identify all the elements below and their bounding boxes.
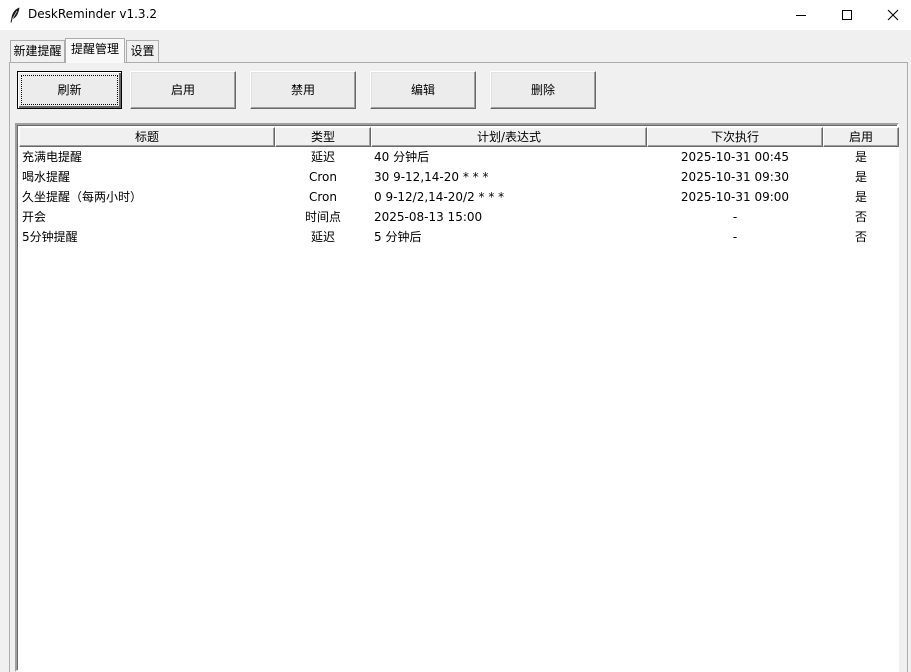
- cell-title: 久坐提醒（每两小时）: [22, 190, 143, 204]
- disable-button[interactable]: 禁用: [250, 71, 356, 109]
- table-row[interactable]: 5分钟提醒 延迟 5 分钟后 - 否: [19, 227, 899, 247]
- maximize-icon: [842, 10, 852, 20]
- table-row[interactable]: 开会 时间点 2025-08-13 15:00 - 否: [19, 207, 899, 227]
- cell-title: 充满电提醒: [22, 150, 83, 164]
- close-button[interactable]: [870, 0, 911, 30]
- minimize-icon: [796, 15, 806, 16]
- cell-title: 开会: [22, 210, 47, 224]
- feather-icon: [9, 7, 21, 23]
- cell-type: 延迟: [310, 150, 335, 164]
- cell-next-run: -: [732, 230, 738, 244]
- cell-next-run: 2025-10-31 09:30: [680, 170, 790, 184]
- reminder-table[interactable]: 标题 类型 计划/表达式 下次执行 启用 充满电提醒 延迟 40 分钟后 202…: [15, 123, 899, 672]
- enable-button[interactable]: 启用: [130, 71, 236, 109]
- close-icon: [887, 9, 899, 21]
- tab-settings[interactable]: 设置: [126, 40, 159, 62]
- tab-new-reminder[interactable]: 新建提醒: [10, 40, 65, 62]
- title-bar: DeskReminder v1.3.2: [0, 0, 911, 30]
- window-title: DeskReminder v1.3.2: [28, 7, 158, 21]
- cell-next-run: -: [732, 210, 738, 224]
- maximize-button[interactable]: [824, 0, 870, 30]
- cell-enabled: 是: [854, 190, 867, 204]
- tab-manage-reminders[interactable]: 提醒管理: [65, 38, 125, 63]
- cell-schedule: 0 9-12/2,14-20/2 * * *: [374, 190, 505, 204]
- cell-type: 时间点: [304, 210, 341, 224]
- cell-schedule: 40 分钟后: [374, 150, 430, 164]
- cell-schedule: 5 分钟后: [374, 230, 422, 244]
- column-header-enabled[interactable]: 启用: [823, 127, 899, 147]
- cell-title: 喝水提醒: [22, 170, 71, 184]
- minimize-button[interactable]: [778, 0, 824, 30]
- cell-enabled: 否: [854, 210, 867, 224]
- table-row[interactable]: 久坐提醒（每两小时） Cron 0 9-12/2,14-20/2 * * * 2…: [19, 187, 899, 207]
- cell-type: Cron: [309, 170, 337, 184]
- table-row[interactable]: 充满电提醒 延迟 40 分钟后 2025-10-31 00:45 是: [19, 147, 899, 167]
- cell-next-run: 2025-10-31 00:45: [680, 150, 790, 164]
- delete-button[interactable]: 删除: [490, 71, 596, 109]
- cell-enabled: 是: [854, 150, 867, 164]
- cell-schedule: 2025-08-13 15:00: [374, 210, 483, 224]
- table-header: 标题 类型 计划/表达式 下次执行 启用: [19, 127, 899, 147]
- table-row[interactable]: 喝水提醒 Cron 30 9-12,14-20 * * * 2025-10-31…: [19, 167, 899, 187]
- column-header-title[interactable]: 标题: [19, 127, 275, 147]
- column-header-schedule[interactable]: 计划/表达式: [371, 127, 647, 147]
- refresh-button[interactable]: 刷新: [17, 71, 122, 109]
- column-header-type[interactable]: 类型: [275, 127, 371, 147]
- column-header-next-run[interactable]: 下次执行: [647, 127, 823, 147]
- cell-enabled: 否: [854, 230, 867, 244]
- edit-button[interactable]: 编辑: [370, 71, 476, 109]
- cell-type: 延迟: [310, 230, 335, 244]
- cell-enabled: 是: [854, 170, 867, 184]
- cell-title: 5分钟提醒: [22, 230, 78, 244]
- cell-schedule: 30 9-12,14-20 * * *: [374, 170, 489, 184]
- cell-type: Cron: [309, 190, 337, 204]
- table-body: 充满电提醒 延迟 40 分钟后 2025-10-31 00:45 是 喝水提醒 …: [19, 147, 899, 247]
- cell-next-run: 2025-10-31 09:00: [680, 190, 790, 204]
- tab-bar: 新建提醒 提醒管理 设置: [0, 30, 911, 63]
